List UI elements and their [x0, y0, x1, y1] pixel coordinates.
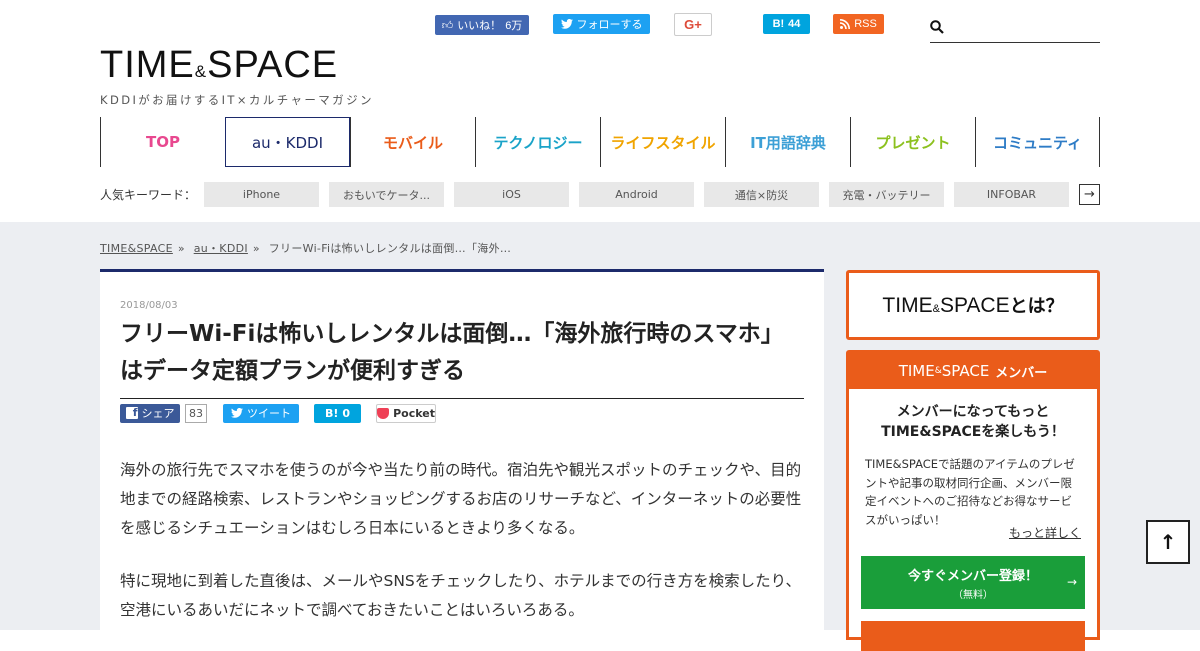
thumbs-up-icon: 👍︎ — [441, 19, 454, 32]
nav-item-7[interactable]: コミュニティ — [975, 117, 1100, 167]
hatena-count: 44 — [788, 18, 801, 30]
logo-tagline: KDDIがお届けするIT×カルチャーマガジン — [100, 93, 374, 107]
rss-button[interactable]: RSS — [833, 14, 884, 34]
search-box — [930, 14, 1100, 43]
keywords-next-button[interactable]: → — [1079, 184, 1100, 205]
member-description: TIME&SPACEで話題のアイテムのプレゼントや記事の取材同行企画、メンバー限… — [865, 457, 1075, 527]
keyword-tag[interactable]: 通信×防災 — [704, 182, 819, 207]
keyword-tag[interactable]: iPhone — [204, 182, 319, 207]
keyword-tag[interactable]: INFOBAR — [954, 182, 1069, 207]
like-count: 6万 — [505, 20, 523, 32]
facebook-share-label: シェア — [141, 407, 175, 420]
breadcrumb: TIME&SPACE» au・KDDI» フリーWi-Fiは怖いしレンタルは面倒… — [100, 242, 512, 255]
back-to-top-button[interactable]: ↑ — [1146, 520, 1190, 564]
facebook-share-count: 83 — [185, 403, 207, 423]
keyword-tag[interactable]: おもいでケータ... — [329, 182, 444, 207]
article-title: フリーWi-Fiは怖いしレンタルは面倒…「海外旅行時のスマホ」はデータ定額プラン… — [120, 316, 804, 399]
search-input[interactable] — [952, 18, 1098, 38]
member-register-button[interactable]: 今すぐメンバー登録！ （無料） → — [861, 556, 1085, 609]
pocket-icon — [377, 407, 390, 419]
article-paragraph: 海外の旅行先でスマホを使うのが今や当たり前の時代。宿泊先や観光スポットのチェック… — [120, 461, 802, 537]
twitter-bird-icon — [560, 19, 573, 29]
arrow-up-icon: ↑ — [1159, 530, 1177, 554]
article-date: 2018/08/03 — [120, 300, 178, 311]
facebook-share-button[interactable]: f シェア — [120, 403, 180, 423]
site-logo[interactable]: TIME&SPACE KDDIがお届けするIT×カルチャーマガジン — [100, 44, 400, 107]
google-plus-button[interactable]: G+ — [674, 13, 712, 36]
hatena-icon: B! — [324, 406, 339, 420]
nav-item-1[interactable]: au・KDDI — [225, 117, 350, 167]
article: 2018/08/03 フリーWi-Fiは怖いしレンタルは面倒…「海外旅行時のスマ… — [100, 269, 824, 630]
nav-item-5[interactable]: IT用語辞典 — [725, 117, 850, 167]
register-sublabel: （無料） — [953, 589, 993, 601]
pocket-label: Pocket — [393, 406, 435, 420]
nav-item-4[interactable]: ライフスタイル — [600, 117, 725, 167]
keyword-tag[interactable]: Android — [579, 182, 694, 207]
nav-item-3[interactable]: テクノロジー — [475, 117, 600, 167]
keyword-tag[interactable]: iOS — [454, 182, 569, 207]
rss-label: RSS — [854, 18, 877, 30]
keyword-tags: iPhone おもいでケータ... iOS Android 通信×防災 充電・バッテリー I… — [204, 182, 1079, 207]
hatena-share-button[interactable]: B! 0 — [314, 403, 361, 423]
member-box-header: TIME & SPACE メンバー — [849, 353, 1097, 389]
twitter-follow-button[interactable]: フォローする — [553, 14, 650, 34]
like-label: いいね！ — [457, 20, 502, 32]
arrow-right-icon: → — [1084, 187, 1095, 202]
pocket-button[interactable]: Pocket — [376, 403, 436, 423]
keywords-label: 人気キーワード： — [100, 188, 197, 202]
hatena-icon: B! — [772, 18, 785, 30]
twitter-bird-icon — [231, 408, 243, 418]
tweet-label: ツイート — [247, 407, 291, 420]
member-lead: メンバーになってもっと TIME&SPACEを楽しもう！ — [881, 404, 1065, 440]
share-bar: f シェア 83 ツイート B! 0 Pocket — [120, 403, 436, 423]
breadcrumb-home[interactable]: TIME&SPACE — [100, 242, 173, 255]
popular-keywords: 人気キーワード： iPhone おもいでケータ... iOS Android 通信×防災… — [100, 182, 1100, 207]
rss-icon — [840, 19, 851, 29]
follow-label: フォローする — [576, 19, 643, 31]
arrow-right-icon: → — [1066, 575, 1077, 589]
hatena-share-count: 0 — [342, 406, 351, 420]
member-more-link[interactable]: もっと詳しく — [1009, 524, 1081, 541]
facebook-like-button[interactable]: 👍︎ いいね！ 6万 — [435, 15, 529, 35]
nav-item-2[interactable]: モバイル — [350, 117, 475, 167]
member-login-button[interactable] — [861, 621, 1085, 651]
about-banner[interactable]: TIME&SPACEとは？ — [846, 270, 1100, 340]
global-nav: TOP au・KDDI モバイル テクノロジー ライフスタイル IT用語辞典 プレゼント コミ… — [100, 117, 1100, 167]
breadcrumb-current: フリーWi-Fiは怖いしレンタルは面倒…「海外… — [268, 242, 512, 255]
member-box: TIME & SPACE メンバー メンバーになってもっと TIME&SPACEを楽し… — [846, 350, 1100, 651]
google-plus-icon: G+ — [684, 17, 702, 32]
article-paragraph: 特に現地に到着した直後は、メールやSNSをチェックしたり、ホテルまでの行き方を検… — [120, 572, 802, 619]
about-title: TIME&SPACEとは？ — [882, 294, 1064, 317]
hatena-bookmark-button[interactable]: B! 44 — [763, 14, 810, 34]
nav-item-0[interactable]: TOP — [100, 117, 225, 167]
keyword-tag[interactable]: 充電・バッテリー — [829, 182, 944, 207]
search-icon[interactable] — [930, 20, 944, 34]
breadcrumb-category[interactable]: au・KDDI — [194, 242, 248, 255]
nav-item-6[interactable]: プレゼント — [850, 117, 975, 167]
facebook-icon: f — [125, 406, 138, 419]
register-label: 今すぐメンバー登録！ — [907, 568, 1038, 584]
tweet-button[interactable]: ツイート — [223, 403, 299, 423]
logo-wordmark: TIME&SPACE — [100, 44, 339, 86]
